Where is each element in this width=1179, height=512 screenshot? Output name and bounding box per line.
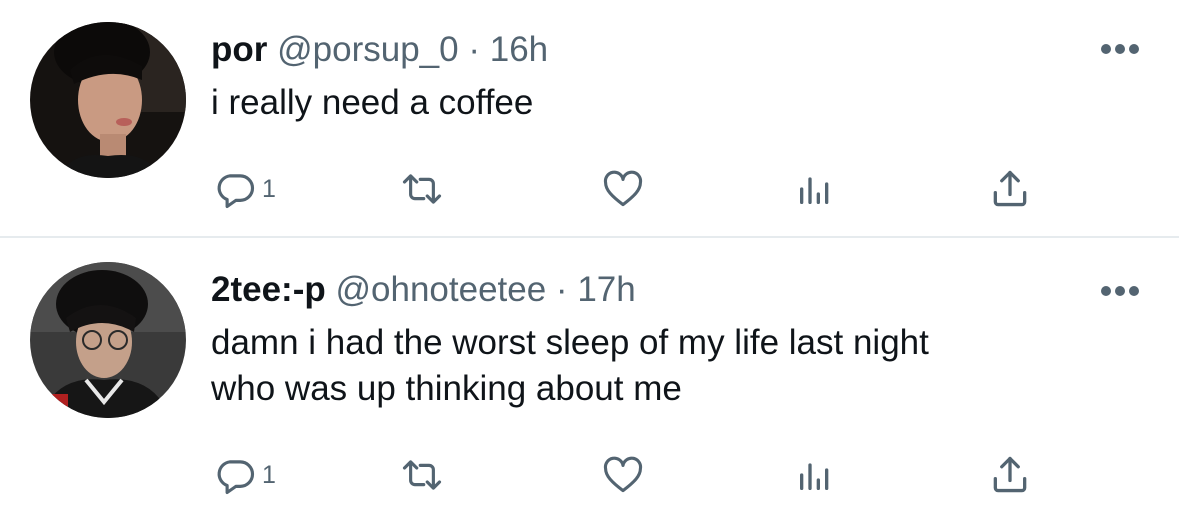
more-options-icon[interactable]: [1101, 286, 1139, 298]
tweet-text-line: damn i had the worst sleep of my life la…: [211, 323, 929, 362]
display-name[interactable]: 2tee:-p: [211, 270, 326, 309]
tweet-text: damn i had the worst sleep of my life la…: [211, 320, 929, 412]
more-options-icon[interactable]: [1101, 44, 1139, 56]
separator: ·: [555, 270, 568, 309]
analytics-icon: [800, 463, 829, 490]
views-button[interactable]: [795, 164, 835, 214]
retweet-icon: [402, 460, 442, 490]
like-button[interactable]: [600, 450, 646, 500]
tweet-text-line: who was up thinking about me: [211, 369, 682, 408]
heart-icon: [603, 456, 643, 493]
tweet-text: i really need a coffee: [211, 80, 533, 126]
tweet-header: por @porsup_0 · 16h: [211, 30, 548, 70]
reply-icon: [217, 460, 255, 495]
analytics-icon: [800, 177, 829, 204]
reply-count: 1: [262, 460, 276, 489]
tweet[interactable]: por @porsup_0 · 16h i really need a coff…: [0, 0, 1179, 236]
action-bar: 1: [0, 164, 1179, 214]
tweet[interactable]: 2tee:-p @ohnoteetee · 17h damn i had the…: [0, 238, 1179, 512]
share-button[interactable]: [988, 450, 1032, 500]
timestamp[interactable]: 17h: [577, 270, 635, 309]
reply-button[interactable]: 1: [214, 450, 276, 500]
share-button[interactable]: [988, 164, 1032, 214]
tweet-text-line: i really need a coffee: [211, 83, 534, 122]
timestamp[interactable]: 16h: [490, 30, 548, 69]
like-button[interactable]: [600, 164, 646, 214]
reply-button[interactable]: 1: [214, 164, 276, 214]
avatar[interactable]: [30, 262, 186, 418]
reply-icon: [217, 174, 255, 209]
handle[interactable]: @ohnoteetee: [335, 270, 546, 309]
heart-icon: [603, 170, 643, 207]
share-icon: [993, 170, 1027, 207]
retweet-button[interactable]: [400, 450, 444, 500]
handle[interactable]: @porsup_0: [277, 30, 458, 69]
separator: ·: [468, 30, 480, 69]
action-bar: 1: [0, 450, 1179, 500]
views-button[interactable]: [795, 450, 835, 500]
retweet-button[interactable]: [400, 164, 444, 214]
display-name[interactable]: por: [211, 30, 267, 69]
retweet-icon: [402, 174, 442, 204]
share-icon: [993, 456, 1027, 493]
reply-count: 1: [262, 174, 276, 203]
tweet-header: 2tee:-p @ohnoteetee · 17h: [211, 270, 636, 310]
avatar[interactable]: [30, 22, 186, 178]
